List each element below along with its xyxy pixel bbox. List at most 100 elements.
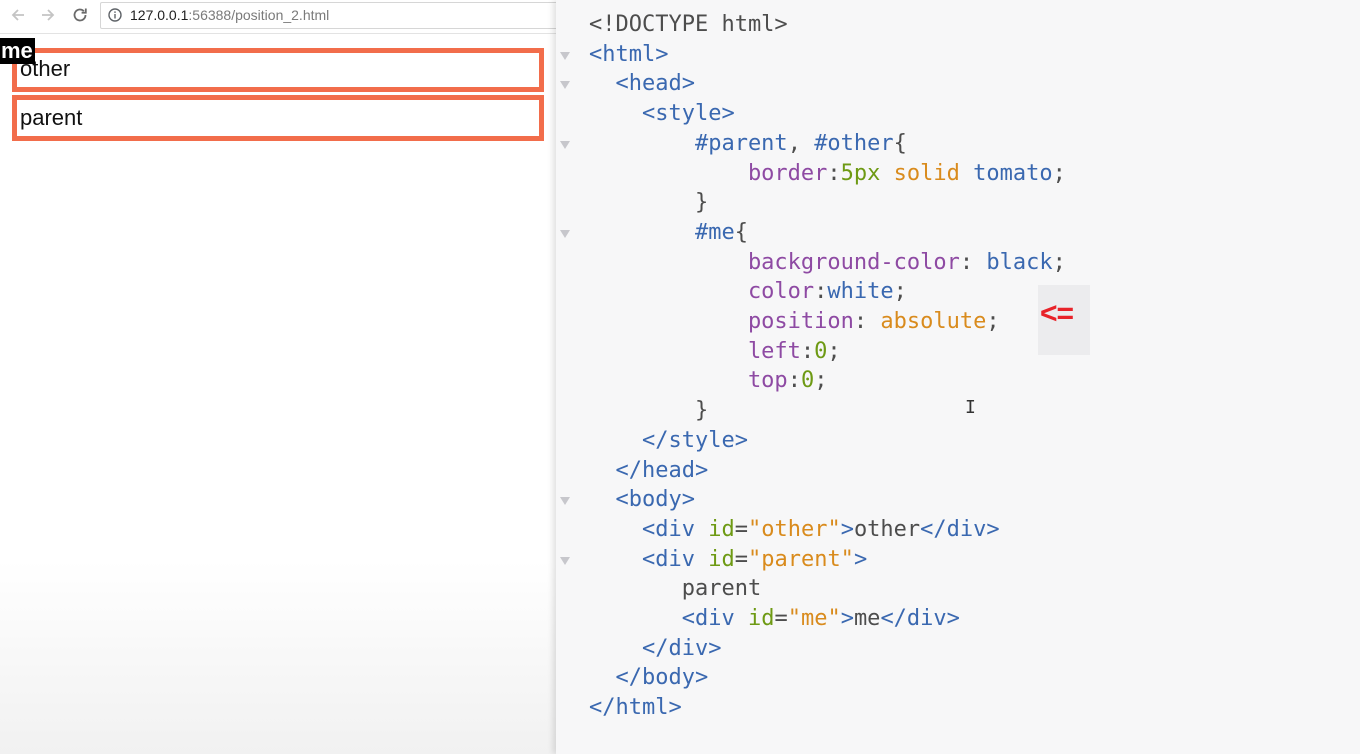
code-line[interactable]: </body>	[589, 663, 708, 693]
code-token: "other"	[747, 516, 841, 542]
code-token: ;	[827, 338, 841, 364]
code-line[interactable]: background-color: black;	[589, 248, 1066, 278]
code-line[interactable]: </head>	[589, 456, 708, 486]
code-token: ,	[787, 130, 815, 156]
code-line[interactable]: <!DOCTYPE html>	[589, 10, 788, 40]
reload-button[interactable]	[68, 3, 92, 27]
code-token: <html>	[589, 41, 669, 67]
back-button[interactable]	[6, 3, 30, 27]
code-token: "me"	[787, 606, 841, 631]
code-token: color	[589, 279, 815, 305]
demo-other-box: other	[12, 48, 544, 92]
fold-triangle-icon[interactable]	[558, 49, 572, 63]
code-line[interactable]: <head>	[589, 69, 695, 99]
code-token: top	[589, 368, 788, 394]
code-token: <div	[589, 516, 709, 542]
code-token: {	[893, 130, 907, 156]
code-token: :	[959, 249, 987, 275]
code-editor[interactable]: <!DOCTYPE html> <html> <head> <style> #pa…	[556, 0, 1360, 754]
fold-triangle-icon[interactable]	[558, 554, 572, 568]
code-token: }	[589, 190, 709, 216]
code-token: me	[853, 606, 881, 631]
code-token: :	[787, 368, 801, 394]
code-line[interactable]: border:5px solid tomato;	[589, 159, 1066, 189]
code-token: =	[774, 606, 788, 631]
code-token: #me	[589, 219, 735, 245]
code-token: <!DOCTYPE html>	[589, 12, 788, 37]
code-token: solid	[893, 160, 960, 186]
code-token: <body>	[589, 487, 695, 513]
code-token: :	[827, 160, 841, 186]
code-line[interactable]: <body>	[589, 485, 695, 515]
code-token: ;	[986, 309, 1000, 334]
code-token: black	[986, 249, 1053, 275]
code-line[interactable]: #me{	[589, 218, 748, 248]
highlight-arrow: <=	[1040, 297, 1074, 330]
code-token: {	[734, 219, 748, 245]
text-cursor-icon: I	[965, 397, 976, 418]
code-line[interactable]: </div>	[589, 634, 721, 664]
code-token: id	[708, 546, 735, 572]
url-text[interactable]: 127.0.0.1:56388/position_2.html	[130, 7, 329, 23]
code-line[interactable]: <style>	[589, 99, 735, 129]
code-token: <div	[589, 546, 709, 572]
fold-triangle-icon[interactable]	[558, 78, 572, 92]
code-token: id	[747, 606, 775, 631]
code-token: 0	[800, 368, 815, 394]
url-host: 127.0.0.1	[130, 7, 189, 23]
info-icon[interactable]	[108, 8, 122, 22]
code-line[interactable]: position: absolute;	[589, 307, 1000, 337]
browser-window: 127.0.0.1:56388/position_2.html other pa…	[0, 0, 556, 754]
code-token: white	[827, 279, 894, 305]
code-token: </html>	[589, 695, 682, 721]
browser-toolbar: 127.0.0.1:56388/position_2.html	[0, 0, 556, 34]
code-token: }	[589, 398, 709, 424]
code-token: </style>	[589, 427, 748, 453]
code-token: </div>	[880, 606, 960, 631]
code-line[interactable]: #parent, #other{	[589, 129, 907, 159]
arrow-left-icon	[11, 9, 24, 21]
code-token: ;	[1052, 160, 1066, 186]
code-token: tomato	[973, 160, 1053, 186]
page-viewport: other parent me	[0, 34, 556, 754]
demo-parent-box: parent	[12, 95, 544, 141]
code-token: </body>	[589, 665, 709, 691]
code-line[interactable]: <div id="me">me</div>	[589, 604, 960, 634]
fold-triangle-icon[interactable]	[558, 227, 572, 241]
demo-me-box: me	[0, 38, 35, 64]
url-path: :56388/position_2.html	[188, 7, 330, 23]
code-token: background-color	[589, 249, 960, 275]
code-line[interactable]: <div id="parent">	[589, 545, 867, 575]
code-line[interactable]: top:0;	[589, 366, 828, 396]
code-token: =	[734, 546, 748, 572]
code-line[interactable]: </style>	[589, 426, 748, 456]
address-bar[interactable]: 127.0.0.1:56388/position_2.html	[100, 2, 556, 29]
code-token: 5px	[840, 160, 881, 186]
code-token: <head>	[589, 71, 695, 97]
code-token: :	[853, 309, 881, 334]
code-token: left	[589, 338, 801, 364]
code-token: 0	[814, 338, 828, 364]
code-line[interactable]: color:white;	[589, 277, 907, 307]
code-token: border	[589, 160, 828, 186]
code-line[interactable]: <div id="other">other</div>	[589, 515, 1000, 545]
code-line[interactable]: parent	[589, 574, 761, 604]
code-line[interactable]: <html>	[589, 40, 668, 70]
fold-triangle-icon[interactable]	[558, 494, 572, 508]
code-token: >	[840, 606, 854, 631]
code-token: ;	[893, 279, 907, 305]
forward-button[interactable]	[36, 3, 60, 27]
code-token: </div>	[920, 516, 1000, 542]
code-token: parent	[589, 576, 762, 602]
code-token: #parent	[589, 130, 788, 156]
code-line[interactable]: }	[589, 188, 708, 218]
code-line[interactable]: left:0;	[589, 337, 841, 367]
code-token: <div	[589, 606, 748, 631]
arrow-right-icon	[42, 9, 55, 21]
fold-triangle-icon[interactable]	[558, 138, 572, 152]
code-line[interactable]: }	[589, 396, 708, 426]
code-line[interactable]: </html>	[589, 693, 682, 723]
code-token: #other	[814, 130, 894, 156]
code-token: absolute	[880, 309, 987, 334]
